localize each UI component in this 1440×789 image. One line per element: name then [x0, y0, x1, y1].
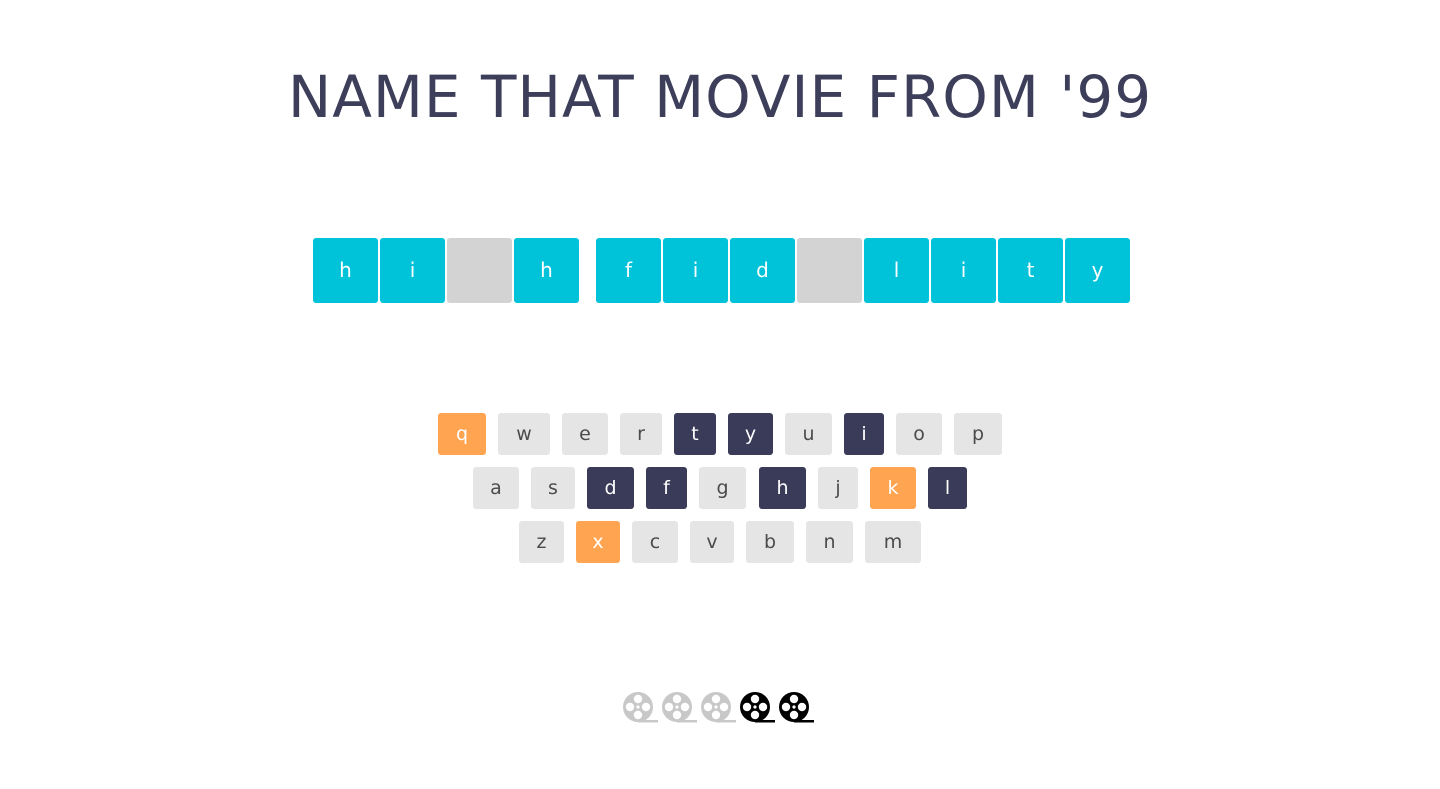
key-i[interactable]: i [844, 413, 884, 455]
key-e[interactable]: e [562, 413, 608, 455]
blank-letter-tile [797, 238, 862, 303]
key-v[interactable]: v [690, 521, 734, 563]
key-l[interactable]: l [928, 467, 967, 509]
letter-tile: i [380, 238, 445, 303]
key-o[interactable]: o [896, 413, 942, 455]
key-q[interactable]: q [438, 413, 486, 455]
key-s[interactable]: s [531, 467, 575, 509]
key-g[interactable]: g [699, 467, 746, 509]
film-reel-icon [739, 690, 775, 726]
letter-tile: i [663, 238, 728, 303]
key-z[interactable]: z [519, 521, 564, 563]
film-reel-icon [778, 690, 814, 726]
letter-tile: y [1065, 238, 1130, 303]
lost-life-film-reel-icon [661, 690, 697, 726]
page-title: NAME THAT MOVIE FROM '99 [287, 63, 1153, 131]
key-f[interactable]: f [646, 467, 687, 509]
key-r[interactable]: r [620, 413, 662, 455]
letter-tile: l [864, 238, 929, 303]
keyboard-row: zxcvbnm [0, 521, 1440, 563]
key-b[interactable]: b [746, 521, 794, 563]
blank-letter-tile [447, 238, 512, 303]
key-a[interactable]: a [473, 467, 519, 509]
letter-tile: i [931, 238, 996, 303]
key-d[interactable]: d [587, 467, 634, 509]
key-y[interactable]: y [728, 413, 773, 455]
key-m[interactable]: m [865, 521, 921, 563]
lost-life-film-reel-icon [700, 690, 736, 726]
letter-keyboard: qwertyuiop asdfghjkl zxcvbnm [0, 413, 1440, 575]
letter-tile: d [730, 238, 795, 303]
key-h[interactable]: h [759, 467, 806, 509]
letter-tile: h [313, 238, 378, 303]
letter-tile: f [596, 238, 661, 303]
key-n[interactable]: n [806, 521, 853, 563]
key-t[interactable]: t [674, 413, 716, 455]
key-w[interactable]: w [498, 413, 550, 455]
letter-tile: t [998, 238, 1063, 303]
key-k[interactable]: k [870, 467, 916, 509]
lost-life-film-reel-icon [622, 690, 658, 726]
key-c[interactable]: c [632, 521, 678, 563]
keyboard-row: qwertyuiop [0, 413, 1440, 455]
key-j[interactable]: j [818, 467, 858, 509]
letter-tile: h [514, 238, 579, 303]
keyboard-row: asdfghjkl [0, 467, 1440, 509]
key-x[interactable]: x [576, 521, 620, 563]
key-u[interactable]: u [785, 413, 832, 455]
key-p[interactable]: p [954, 413, 1002, 455]
